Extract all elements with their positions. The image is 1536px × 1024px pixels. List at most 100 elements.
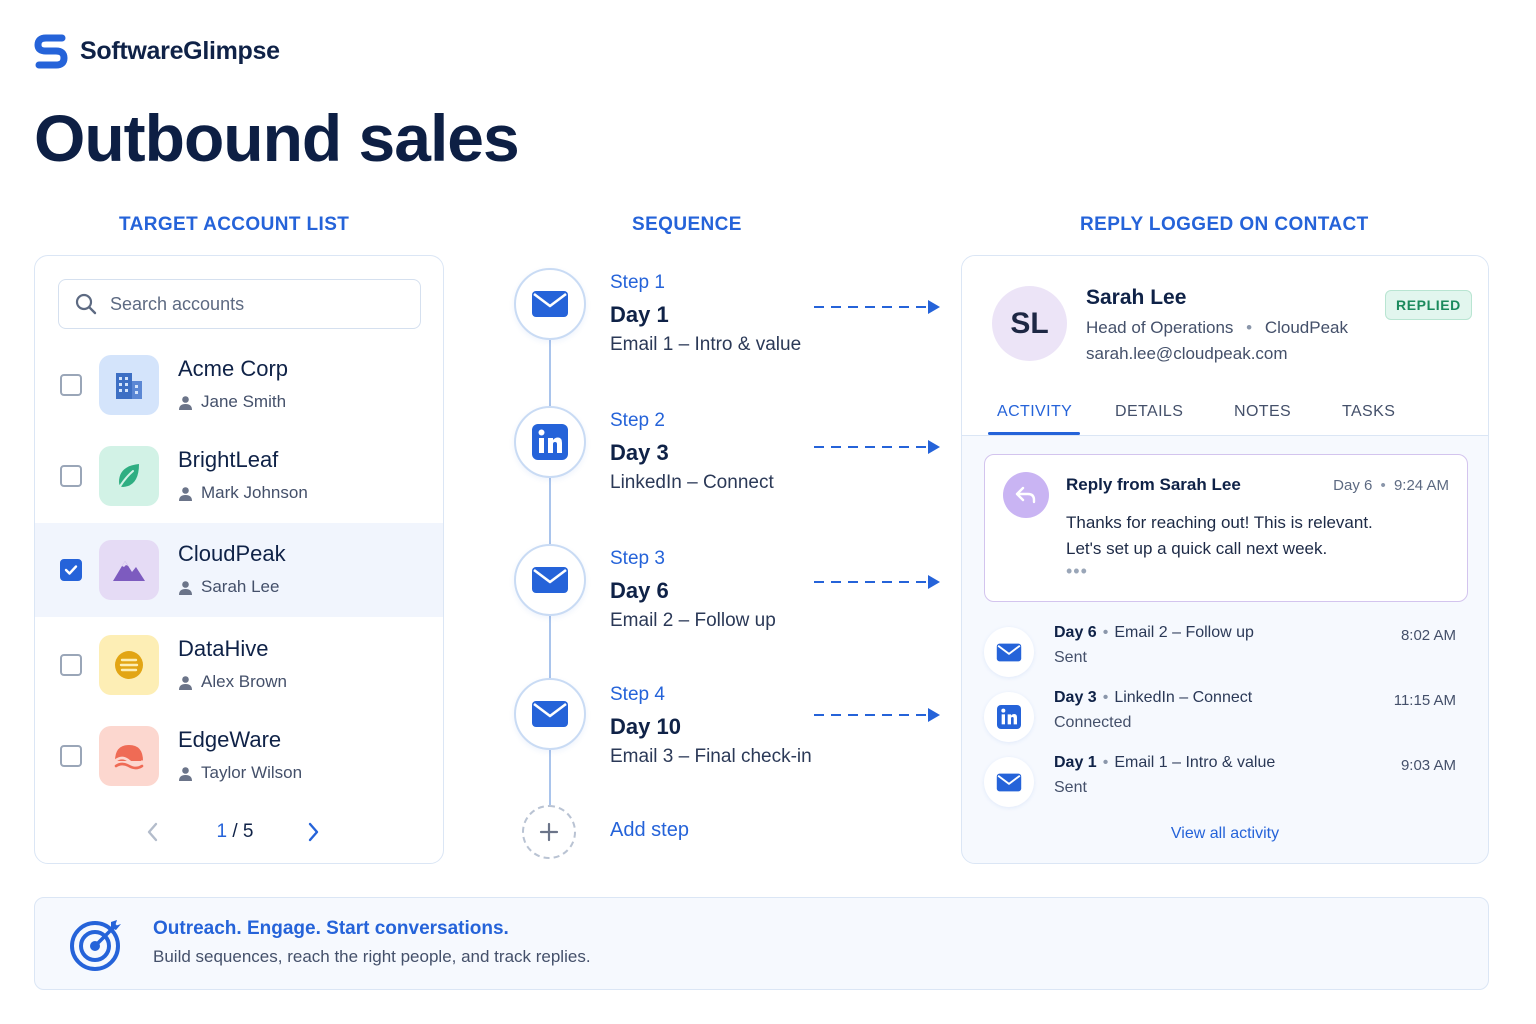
tab-tasks[interactable]: TASKS: [1342, 403, 1395, 421]
contact-role-line: Head of Operations • CloudPeak: [1086, 318, 1348, 338]
add-step-link[interactable]: Add step: [610, 819, 689, 842]
step-3-node[interactable]: [514, 544, 586, 616]
activity-status: Sent: [1054, 779, 1087, 796]
account-row-datahive[interactable]: DataHive Alex Brown: [35, 618, 443, 712]
total-pages: 5: [242, 821, 254, 842]
activity-day: Day 3: [1054, 689, 1097, 706]
activity-summary: Day 1 • Email 1 – Intro & value: [1054, 754, 1275, 772]
dashed-arrow-icon: [814, 440, 940, 454]
account-name: Acme Corp: [178, 356, 289, 381]
sequence-step[interactable]: Step 2 Day 3 LinkedIn – Connect: [610, 410, 774, 494]
more-icon[interactable]: •••: [1066, 561, 1088, 582]
activity-status: Sent: [1054, 649, 1087, 666]
step-day: Day 1: [610, 302, 669, 327]
step-1-node[interactable]: [514, 268, 586, 340]
sequence-step[interactable]: Step 4 Day 10 Email 3 – Final check-in: [610, 684, 812, 768]
step-day: Day 10: [610, 714, 681, 739]
account-row-edgeware[interactable]: EdgeWare Taylor Wilson: [35, 709, 443, 803]
search-icon: [75, 293, 97, 315]
linkedin-icon: [984, 692, 1034, 742]
tab-details[interactable]: DETAILS: [1115, 403, 1183, 421]
activity-status: Connected: [1054, 714, 1132, 731]
account-checkbox[interactable]: [60, 374, 82, 396]
account-row-brightleaf[interactable]: BrightLeaf Mark Johnson: [35, 429, 443, 523]
activity-time: 11:15 AM: [1393, 692, 1456, 709]
target-icon: [70, 920, 121, 971]
step-2-node[interactable]: [514, 406, 586, 478]
person-icon: [179, 675, 192, 690]
reply-card[interactable]: Reply from Sarah Lee Day 6 • 9:24 AM Tha…: [984, 454, 1468, 602]
wave-icon: [99, 726, 159, 786]
account-name: CloudPeak: [178, 541, 286, 566]
account-contact: Jane Smith: [178, 392, 286, 412]
contact-company: CloudPeak: [1264, 318, 1349, 337]
mail-icon: [984, 757, 1034, 807]
account-contact: Taylor Wilson: [178, 763, 302, 783]
person-icon: [179, 580, 192, 595]
person-icon: [179, 395, 192, 410]
activity-item[interactable]: Day 6 • Email 2 – Follow up Sent 8:02 AM: [984, 624, 1468, 682]
account-contact: Sarah Lee: [178, 577, 279, 597]
search-input[interactable]: [110, 293, 400, 315]
add-step-button[interactable]: [522, 805, 576, 859]
step-description: Email 1 – Intro & value: [610, 334, 802, 355]
tab-notes[interactable]: NOTES: [1234, 403, 1291, 421]
tab-activity[interactable]: ACTIVITY: [997, 403, 1072, 421]
brand-name: SoftwareGlimpse: [80, 36, 280, 65]
step-label: Step 1: [610, 272, 665, 293]
mail-icon: [532, 701, 568, 727]
step-4-node[interactable]: [514, 678, 586, 750]
active-tab-indicator: [988, 432, 1080, 435]
person-icon: [179, 766, 192, 781]
sequence-step[interactable]: Step 1 Day 1 Email 1 – Intro & value: [610, 272, 801, 356]
reply-title: Reply from Sarah Lee: [1066, 475, 1241, 494]
leaf-icon: [99, 446, 159, 506]
account-row-cloudpeak[interactable]: CloudPeak Sarah Lee: [35, 523, 443, 617]
account-checkbox[interactable]: [60, 654, 82, 676]
chevron-left-icon[interactable]: [143, 820, 163, 844]
account-name: BrightLeaf: [178, 447, 279, 472]
mail-icon: [532, 291, 568, 317]
account-checkbox[interactable]: [60, 465, 82, 487]
activity-item[interactable]: Day 3 • LinkedIn – Connect Connected 11:15…: [984, 689, 1468, 747]
person-icon: [179, 486, 192, 501]
activity-action: Email 1 – Intro & value: [1114, 754, 1276, 771]
page-title: Outbound sales: [34, 101, 520, 175]
account-row-acme-corp[interactable]: Acme Corp Jane Smith: [35, 338, 443, 432]
reply-line: Thanks for reaching out! This is relevan…: [1066, 513, 1373, 532]
view-all-activity-link[interactable]: View all activity: [962, 825, 1488, 843]
step-label: Step 2: [610, 410, 665, 431]
account-contact: Alex Brown: [178, 672, 287, 692]
sequence-step[interactable]: Step 3 Day 6 Email 2 – Follow up: [610, 548, 776, 632]
account-contact-name: Jane Smith: [201, 392, 287, 411]
activity-time: 9:03 AM: [1400, 757, 1456, 774]
activity-summary: Day 3 • LinkedIn – Connect: [1054, 689, 1252, 707]
reply-timestamp: Day 6 • 9:24 AM: [1333, 477, 1449, 494]
account-checkbox-checked[interactable]: [60, 559, 82, 581]
contact-tabs: ACTIVITY DETAILS NOTES TASKS: [962, 394, 1488, 436]
activity-action: LinkedIn – Connect: [1114, 689, 1253, 706]
step-description: Email 3 – Final check-in: [610, 746, 812, 767]
sequence-heading: SEQUENCE: [632, 214, 742, 235]
step-description: LinkedIn – Connect: [610, 472, 774, 493]
account-checkbox[interactable]: [60, 745, 82, 767]
search-box[interactable]: [58, 279, 421, 329]
linkedin-icon: [532, 424, 568, 460]
account-contact-name: Taylor Wilson: [201, 763, 303, 782]
account-contact-name: Mark Johnson: [201, 483, 308, 502]
contact-panel: SL Sarah Lee Head of Operations • CloudP…: [961, 255, 1489, 864]
chevron-right-icon[interactable]: [303, 820, 323, 844]
step-label: Step 3: [610, 548, 665, 569]
dashed-arrow-icon: [814, 575, 940, 589]
sequence-connector: [549, 340, 551, 406]
account-contact: Mark Johnson: [178, 483, 308, 503]
contact-email[interactable]: sarah.lee@cloudpeak.com: [1086, 344, 1288, 364]
contact-header: SL Sarah Lee Head of Operations • CloudP…: [962, 256, 1488, 436]
activity-day: Day 6: [1054, 624, 1097, 641]
account-contact-name: Alex Brown: [201, 672, 287, 691]
step-label: Step 4: [610, 684, 665, 705]
sequence-connector: [549, 750, 551, 805]
footer-banner: Outreach. Engage. Start conversations. B…: [34, 897, 1489, 990]
sequence-connector: [549, 616, 551, 678]
activity-item[interactable]: Day 1 • Email 1 – Intro & value Sent 9:03 …: [984, 754, 1468, 812]
